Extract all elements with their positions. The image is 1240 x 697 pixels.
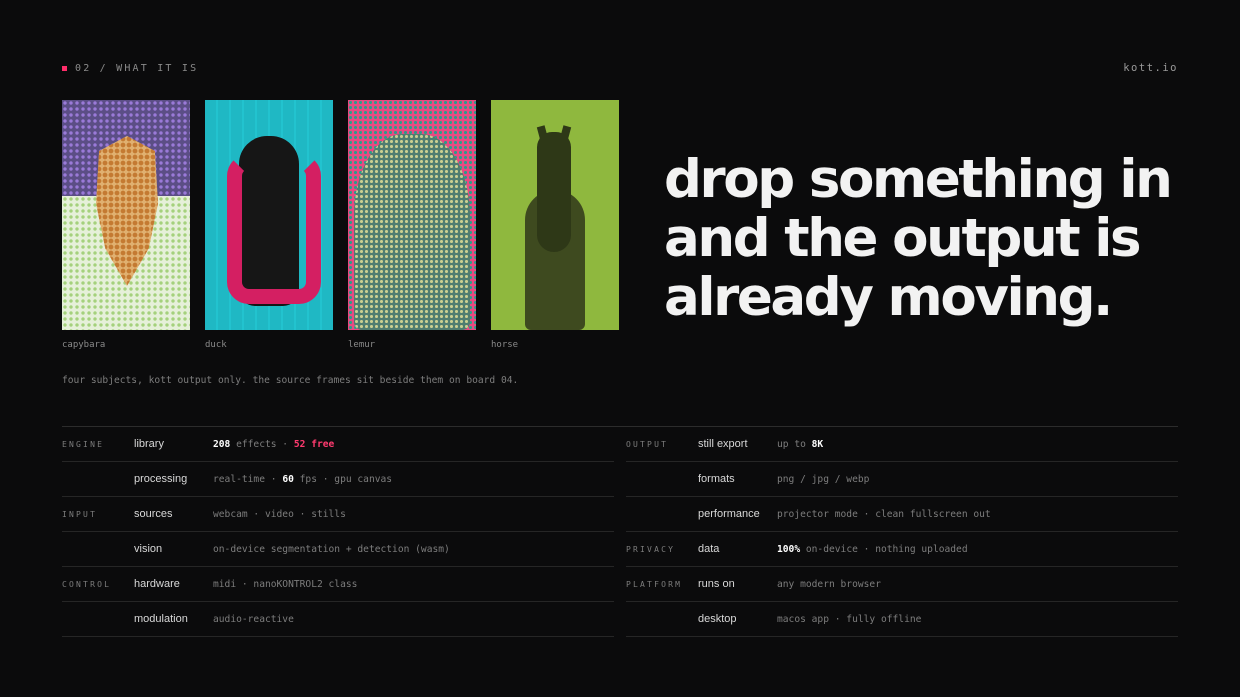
tile-duck[interactable]: duck — [205, 100, 333, 350]
spec-value: webcam · video · stills — [213, 508, 346, 520]
spec-value: midi · nanoKONTROL2 class — [213, 578, 358, 590]
spec-value: 100% on-device · nothing uploaded — [777, 543, 968, 555]
section-label: CONTROL — [62, 579, 112, 589]
spec-value: png / jpg / webp — [777, 473, 870, 485]
spec-row: INPUT sources webcam · video · stills — [62, 497, 614, 532]
spec-row: vision on-device segmentation + detectio… — [62, 532, 614, 567]
lemur-image — [348, 100, 476, 330]
spec-value: any modern browser — [777, 578, 881, 590]
spec-row: PRIVACY data 100% on-device · nothing up… — [626, 532, 1178, 567]
section-label: ENGINE — [62, 439, 105, 449]
spec-row: modulation audio-reactive — [62, 602, 614, 637]
section-label: PRIVACY — [626, 544, 676, 554]
spec-column-right: OUTPUT still export up to 8K formats png… — [626, 427, 1178, 637]
spec-label: hardware — [134, 578, 180, 590]
section-label: OUTPUT — [626, 439, 669, 449]
duck-image — [205, 100, 333, 330]
section-label: INPUT — [62, 509, 98, 519]
spec-value: projector mode · clean fullscreen out — [777, 508, 991, 520]
spec-row: performance projector mode · clean fulls… — [626, 497, 1178, 532]
horse-image — [491, 100, 619, 330]
spec-label: vision — [134, 543, 163, 555]
spec-label: performance — [698, 508, 760, 520]
spec-value: audio-reactive — [213, 613, 294, 625]
spec-label: still export — [698, 438, 748, 450]
spec-label: runs on — [698, 578, 735, 590]
image-tiles: capybara duck lemur horse — [62, 100, 619, 350]
spec-label: modulation — [134, 613, 188, 625]
headline: drop something in and the output is alre… — [664, 150, 1224, 327]
spec-value: real-time · 60 fps · gpu canvas — [213, 473, 393, 485]
spec-label: processing — [134, 473, 188, 485]
spec-value: macos app · fully offline — [777, 613, 922, 625]
spec-row: ENGINE library 208 effects · 52 free — [62, 427, 614, 462]
spec-value: 208 effects · 52 free — [213, 438, 335, 450]
section-label: PLATFORM — [626, 579, 683, 589]
spec-row: formats png / jpg / webp — [626, 462, 1178, 497]
headline-line: drop something in — [664, 149, 1173, 210]
spec-row: PLATFORM runs on any modern browser — [626, 567, 1178, 602]
tile-caption: capybara — [62, 340, 106, 350]
tile-caption: horse — [491, 340, 519, 350]
spec-label: data — [698, 543, 720, 555]
top-bar: 02 / WHAT IT IS kott.io — [62, 62, 1178, 74]
spec-label: desktop — [698, 613, 737, 625]
headline-line: and the output is — [664, 208, 1142, 269]
spec-row: processing real-time · 60 fps · gpu canv… — [62, 462, 614, 497]
headline-line: already moving. — [664, 267, 1113, 328]
spec-row: OUTPUT still export up to 8K — [626, 427, 1178, 462]
tile-capybara[interactable]: capybara — [62, 100, 190, 350]
tile-caption: lemur — [348, 340, 376, 350]
spec-label: formats — [698, 473, 735, 485]
section-square-icon — [62, 65, 67, 71]
brand-link[interactable]: kott.io — [1123, 62, 1178, 74]
section-title: 02 / WHAT IT IS — [75, 62, 199, 74]
spec-row: desktop macos app · fully offline — [626, 602, 1178, 637]
spec-label: library — [134, 438, 164, 450]
section-marker: 02 / WHAT IT IS — [62, 63, 198, 74]
spec-column-left: ENGINE library 208 effects · 52 free pro… — [62, 427, 614, 637]
spec-label: sources — [134, 508, 173, 520]
spec-row: CONTROL hardware midi · nanoKONTROL2 cla… — [62, 567, 614, 602]
spec-value: up to 8K — [777, 438, 824, 450]
caption-note: four subjects, kott output only. the sou… — [62, 375, 519, 386]
tile-lemur[interactable]: lemur — [348, 100, 476, 350]
tile-horse[interactable]: horse — [491, 100, 619, 350]
spec-value: on-device segmentation + detection (wasm… — [213, 543, 450, 555]
tile-caption: duck — [205, 340, 227, 350]
capybara-image — [62, 100, 190, 330]
